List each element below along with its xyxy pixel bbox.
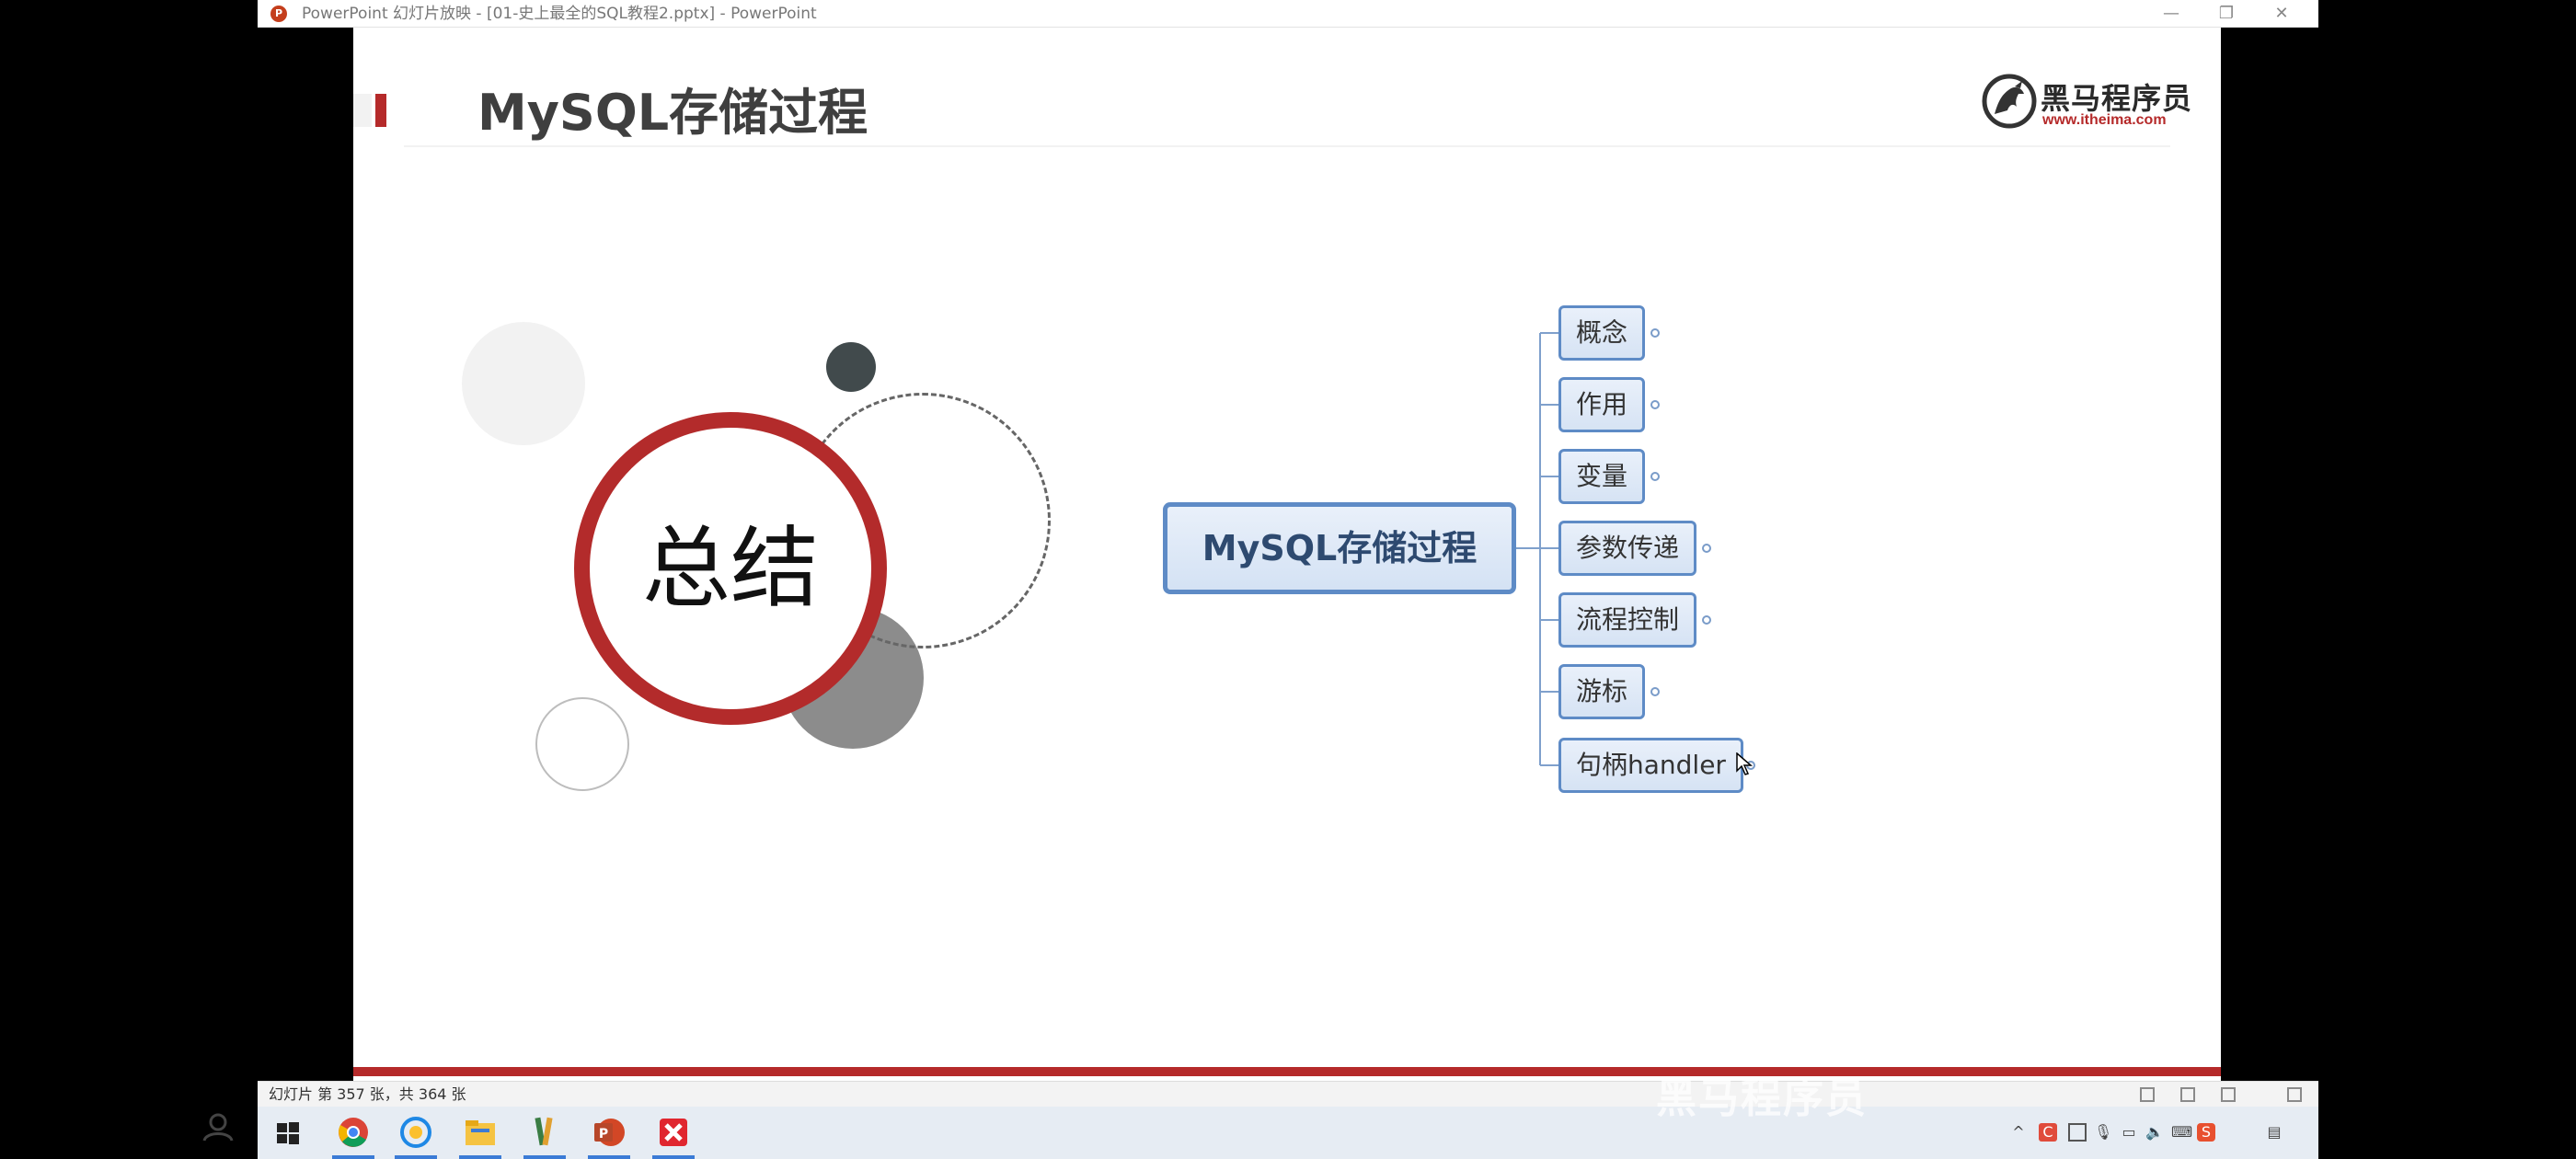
active-app-indicator — [395, 1155, 437, 1159]
sogou-icon[interactable]: S — [2197, 1123, 2215, 1142]
summary-circle: 总结 — [574, 412, 887, 725]
pencil-app-icon[interactable] — [526, 1114, 563, 1151]
active-app-indicator — [332, 1155, 374, 1159]
decor-circle-outline — [535, 697, 629, 791]
title-divider — [404, 145, 2170, 147]
mindmap-root-node[interactable]: MySQL存储过程 — [1163, 502, 1516, 594]
volume-icon[interactable]: 🔈 — [2145, 1123, 2164, 1142]
active-app-indicator — [459, 1155, 501, 1159]
view-slideshow-icon[interactable] — [2287, 1087, 2302, 1102]
tray-app2-icon[interactable] — [2068, 1123, 2087, 1142]
close-button[interactable]: ✕ — [2254, 0, 2309, 28]
expand-node-icon[interactable] — [1650, 472, 1660, 481]
expand-node-icon[interactable] — [1702, 544, 1711, 553]
mindmap-node-concept[interactable]: 概念 — [1558, 305, 1646, 361]
slide-footer-bar — [353, 1067, 2221, 1076]
window-title: PowerPoint 幻灯片放映 - [01-史上最全的SQL教程2.pptx]… — [302, 5, 817, 23]
microphone-icon[interactable]: 🎙 — [2094, 1123, 2112, 1142]
title-accent-bar — [375, 94, 386, 127]
mindmap-node-purpose[interactable]: 作用 — [1558, 377, 1646, 432]
start-icon[interactable] — [276, 1121, 300, 1145]
battery-icon[interactable]: ▭ — [2120, 1123, 2138, 1142]
slide-counter: 幻灯片 第 357 张，共 364 张 — [269, 1085, 466, 1103]
mindmap-node-flow-control[interactable]: 流程控制 — [1558, 592, 1697, 648]
active-app-indicator — [523, 1155, 566, 1159]
view-reading-icon[interactable] — [2221, 1087, 2236, 1102]
mindmap-node-cursor[interactable]: 游标 — [1558, 664, 1646, 719]
decor-circle-dark — [826, 342, 876, 392]
mindmap-node-variables[interactable]: 变量 — [1558, 449, 1646, 504]
input-method-icon[interactable]: ⌨ — [2171, 1123, 2192, 1142]
expand-node-icon[interactable] — [1650, 400, 1660, 409]
title-bar: P PowerPoint 幻灯片放映 - [01-史上最全的SQL教程2.ppt… — [258, 0, 2318, 28]
expand-node-icon[interactable] — [1650, 328, 1660, 338]
xmind-icon[interactable] — [655, 1114, 692, 1151]
minimize-button[interactable]: — — [2144, 0, 2199, 28]
browser-icon[interactable] — [397, 1114, 434, 1151]
brand-url: www.itheima.com — [2042, 112, 2167, 128]
chevron-up-icon[interactable]: ^ — [2009, 1123, 2028, 1142]
horse-logo-icon — [1982, 74, 2037, 129]
mindmap-node-handler[interactable]: 句柄handler — [1558, 738, 1743, 793]
tray-app-icon[interactable]: C — [2039, 1123, 2057, 1142]
expand-node-icon[interactable] — [1702, 615, 1711, 625]
slide[interactable]: MySQL存储过程 黑马程序员 www.itheima.com 总结 MySQL… — [353, 28, 2221, 1081]
view-sorter-icon[interactable] — [2180, 1087, 2195, 1102]
powerpoint-icon: P — [270, 6, 287, 22]
status-bar: 幻灯片 第 357 张，共 364 张 — [258, 1081, 2318, 1107]
restore-button[interactable]: ❐ — [2199, 0, 2254, 28]
brand-logo: 黑马程序员 www.itheima.com — [1982, 70, 2191, 134]
file-explorer-icon[interactable] — [462, 1114, 499, 1151]
active-app-indicator — [652, 1155, 695, 1159]
summary-label: 总结 — [642, 517, 819, 620]
mouse-cursor-icon — [1736, 752, 1753, 775]
decor-circle-light — [462, 322, 585, 445]
active-app-indicator — [588, 1155, 630, 1159]
svg-text:P: P — [599, 1127, 608, 1142]
expand-node-icon[interactable] — [1650, 687, 1660, 696]
user-icon — [202, 1113, 234, 1142]
powerpoint-icon[interactable]: P — [591, 1114, 627, 1151]
powerpoint-window: P PowerPoint 幻灯片放映 - [01-史上最全的SQL教程2.ppt… — [258, 0, 2318, 1159]
mindmap-node-parameters[interactable]: 参数传递 — [1558, 521, 1697, 576]
view-normal-icon[interactable] — [2140, 1087, 2155, 1102]
video-watermark: 黑马程序员 — [1656, 1075, 1868, 1122]
title-accent-shadow — [353, 94, 372, 127]
slide-title: MySQL存储过程 — [477, 84, 868, 142]
notification-icon[interactable]: ▤ — [2265, 1123, 2283, 1142]
taskbar: P ^ C 🎙 ▭ 🔈 ⌨ S ▤ — [258, 1107, 2318, 1159]
chrome-icon[interactable] — [335, 1114, 372, 1151]
